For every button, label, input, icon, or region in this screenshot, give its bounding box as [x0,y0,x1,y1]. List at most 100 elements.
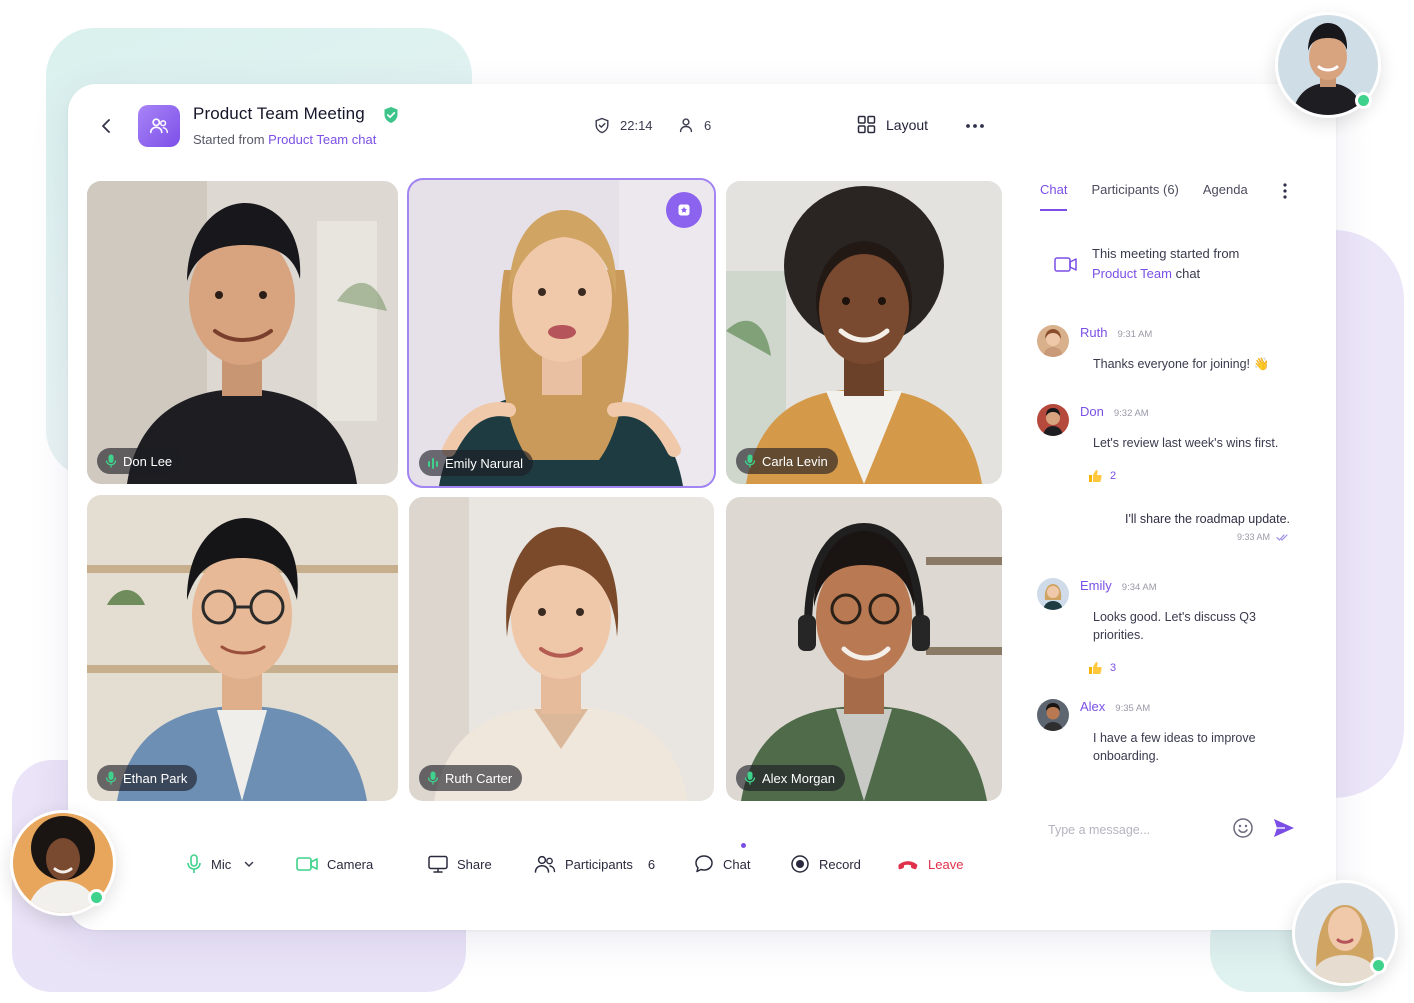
panel-tabs: Chat Participants (6) Agenda [1040,182,1248,211]
online-status-dot [1370,957,1387,974]
own-message-time: 9:33 AM [1236,532,1270,542]
video-tile-alex-morgan[interactable]: Alex Morgan [726,497,1002,801]
participant-video [726,181,1002,484]
reaction-thumbs-up[interactable]: 2 [1088,469,1116,483]
more-horizontal-icon [966,124,984,128]
message-header: Ruth 9:31 AM [1080,325,1152,340]
mic-label: Mic [211,856,232,872]
participant-count: 6 [678,117,711,133]
chat-indicator [741,843,746,848]
send-button[interactable] [1272,817,1296,844]
participant-name: Ruth Carter [445,770,513,786]
system-suffix: chat [1175,266,1201,281]
name-tag: Ethan Park [97,765,198,791]
grid-layout-icon [857,115,876,134]
message-time: 9:35 AM [1115,703,1151,714]
message-time: 9:31 AM [1117,329,1153,340]
mic-on-icon [744,454,756,468]
back-button[interactable] [94,112,118,140]
emoji-button[interactable] [1232,817,1254,844]
meeting-subtitle: Started from Product Team chat [193,132,376,147]
name-tag: Ruth Carter [419,765,523,791]
chat-button[interactable]: Chat [694,852,750,876]
layout-label: Layout [886,116,929,133]
mic-on-icon [427,771,439,785]
layout-button[interactable]: Layout [857,115,928,134]
system-line: This meeting started from [1092,246,1240,261]
subtitle-prefix: Started from [193,132,265,147]
participants-label: Participants [565,856,633,872]
message-header: Alex 9:35 AM [1080,699,1150,714]
video-tile-carla-levin[interactable]: Carla Levin [726,181,1002,484]
video-tile-don-lee[interactable]: Don Lee [87,181,398,484]
camera-button[interactable]: Camera [296,852,373,876]
participants-button[interactable]: Participants 6 [534,852,655,876]
record-label: Record [819,856,861,872]
camera-icon [296,857,318,871]
panel-more-button[interactable] [1276,180,1294,202]
meeting-icon [138,105,180,147]
pin-button[interactable] [666,192,702,228]
participant-name: Emily Narural [445,455,524,471]
chevron-down-icon [244,861,254,867]
avatar [1037,325,1069,357]
thumbs-up-icon [1089,662,1102,674]
share-button[interactable]: Share [428,852,492,876]
message-composer [1048,818,1298,842]
record-button[interactable]: Record [790,852,861,876]
tab-chat[interactable]: Chat [1040,182,1068,211]
shield-icon [595,117,609,134]
participant-video [726,497,1002,801]
send-icon [1274,819,1294,837]
leave-button[interactable]: Leave [897,852,963,876]
reaction-thumbs-up[interactable]: 3 [1088,661,1116,675]
online-status-dot [88,889,105,906]
timer-value: 22:14 [620,118,653,133]
people-icon [534,855,556,873]
more-options-button[interactable] [962,114,988,138]
record-icon [791,855,809,873]
video-tile-ethan-park[interactable]: Ethan Park [87,495,398,801]
participant-video [409,497,714,801]
people-icon [149,118,168,134]
smiley-icon [1233,818,1253,838]
participant-name: Carla Levin [762,453,828,469]
person-icon [679,118,693,133]
name-tag: Emily Narural [419,450,534,476]
chevron-left-icon [102,119,110,133]
system-message: This meeting started from Product Team c… [1054,244,1239,284]
participant-name: Alex Morgan [762,770,835,786]
thumbs-up-icon [1089,470,1102,482]
tab-participants[interactable]: Participants (6) [1091,182,1178,211]
source-chat-link[interactable]: Product Team chat [268,132,376,147]
avatar [1037,404,1069,436]
microphone-icon [187,854,201,873]
verified-shield-icon [384,107,398,123]
video-tile-emily-narural[interactable]: Emily Narural [407,178,716,488]
tab-agenda[interactable]: Agenda [1203,182,1248,211]
message-author: Alex [1080,699,1106,714]
message-author: Emily [1080,578,1112,593]
name-tag: Alex Morgan [736,765,845,791]
own-message-text: I'll share the roadmap update. [1125,512,1290,526]
page-title: Product Team Meeting [193,104,365,123]
message-text: Let's review last week's wins first. [1093,436,1279,450]
message-header: Don 9:32 AM [1080,404,1149,419]
share-label: Share [457,856,492,872]
leave-label: Leave [928,856,964,872]
message-text: Looks good. Let's discuss Q3 priorities. [1093,610,1256,642]
hang-up-icon [898,861,918,870]
system-message-text: This meeting started from Product Team c… [1092,244,1239,284]
avatar [1037,699,1069,731]
participant-name: Don Lee [123,453,173,469]
pin-icon [678,204,690,216]
video-tile-ruth-carter[interactable]: Ruth Carter [409,497,714,801]
message-time: 9:32 AM [1113,408,1149,419]
meeting-timer: 22:14 [594,117,653,134]
name-tag: Carla Levin [736,448,838,474]
message-author: Don [1080,404,1104,419]
system-chat-link[interactable]: Product Team [1092,266,1172,281]
mic-button[interactable]: Mic [186,852,254,876]
mic-on-icon [105,771,117,785]
message-input[interactable] [1048,818,1218,842]
